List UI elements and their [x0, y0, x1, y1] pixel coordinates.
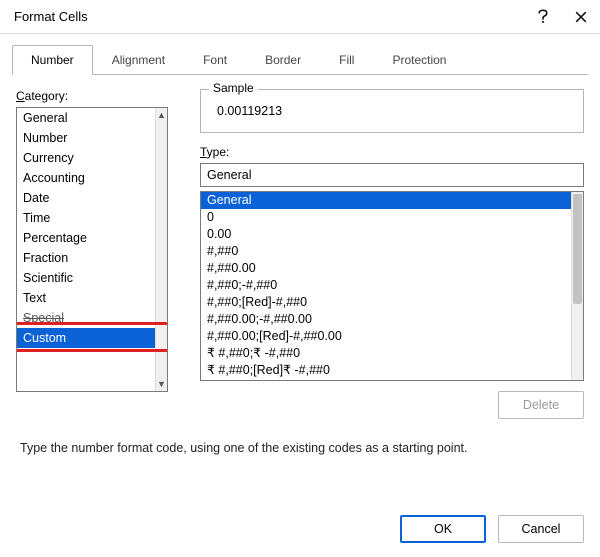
- type-option[interactable]: 0.00: [201, 226, 571, 243]
- category-item[interactable]: Number: [17, 128, 155, 148]
- number-panel: Category: GeneralNumberCurrencyAccountin…: [0, 75, 600, 455]
- scroll-thumb[interactable]: [573, 194, 582, 304]
- tab-alignment[interactable]: Alignment: [93, 45, 184, 75]
- type-label: Type:: [200, 145, 584, 159]
- type-option[interactable]: ₹ #,##0;[Red]₹ -#,##0: [201, 362, 571, 379]
- type-option[interactable]: #,##0;[Red]-#,##0: [201, 294, 571, 311]
- tab-fill[interactable]: Fill: [320, 45, 373, 75]
- tab-protection[interactable]: Protection: [373, 45, 465, 75]
- scrollbar[interactable]: ▲ ▼: [155, 108, 167, 391]
- category-listbox[interactable]: GeneralNumberCurrencyAccountingDateTimeP…: [16, 107, 168, 392]
- sample-box: Sample 0.00119213: [200, 89, 584, 133]
- category-item[interactable]: Percentage: [17, 228, 155, 248]
- scroll-up-icon[interactable]: ▲: [156, 108, 167, 122]
- dialog-footer: OK Cancel: [400, 515, 584, 543]
- titlebar: Format Cells: [0, 0, 600, 34]
- sample-value: 0.00119213: [211, 100, 573, 118]
- category-item[interactable]: Currency: [17, 148, 155, 168]
- scroll-down-icon[interactable]: ▼: [156, 377, 167, 391]
- category-item[interactable]: Custom: [17, 328, 155, 348]
- type-option[interactable]: #,##0: [201, 243, 571, 260]
- window-title: Format Cells: [14, 9, 88, 24]
- hint-text: Type the number format code, using one o…: [20, 441, 580, 455]
- type-input[interactable]: [200, 163, 584, 187]
- category-item[interactable]: General: [17, 108, 155, 128]
- type-listbox[interactable]: General00.00#,##0#,##0.00#,##0;-#,##0#,#…: [200, 191, 584, 381]
- type-option[interactable]: #,##0;-#,##0: [201, 277, 571, 294]
- category-item[interactable]: Scientific: [17, 268, 155, 288]
- type-option[interactable]: #,##0.00;[Red]-#,##0.00: [201, 328, 571, 345]
- close-icon[interactable]: [574, 10, 588, 24]
- category-item[interactable]: Text: [17, 288, 155, 308]
- type-option[interactable]: ₹ #,##0.00;₹ -#,##0.00: [201, 379, 571, 380]
- type-option[interactable]: General: [201, 192, 571, 209]
- category-item[interactable]: Date: [17, 188, 155, 208]
- tab-border[interactable]: Border: [246, 45, 320, 75]
- scrollbar[interactable]: [571, 192, 583, 380]
- tab-font[interactable]: Font: [184, 45, 246, 75]
- tabs: NumberAlignmentFontBorderFillProtection: [0, 34, 600, 74]
- help-icon[interactable]: [536, 10, 550, 24]
- type-option[interactable]: #,##0.00: [201, 260, 571, 277]
- category-item[interactable]: Special: [17, 308, 155, 328]
- type-option[interactable]: #,##0.00;-#,##0.00: [201, 311, 571, 328]
- type-option[interactable]: ₹ #,##0;₹ -#,##0: [201, 345, 571, 362]
- category-label: Category:: [16, 89, 184, 103]
- delete-button[interactable]: Delete: [498, 391, 584, 419]
- tab-number[interactable]: Number: [12, 45, 93, 75]
- ok-button[interactable]: OK: [400, 515, 486, 543]
- type-option[interactable]: 0: [201, 209, 571, 226]
- sample-label: Sample: [209, 81, 258, 95]
- category-item[interactable]: Time: [17, 208, 155, 228]
- cancel-button[interactable]: Cancel: [498, 515, 584, 543]
- category-item[interactable]: Accounting: [17, 168, 155, 188]
- category-item[interactable]: Fraction: [17, 248, 155, 268]
